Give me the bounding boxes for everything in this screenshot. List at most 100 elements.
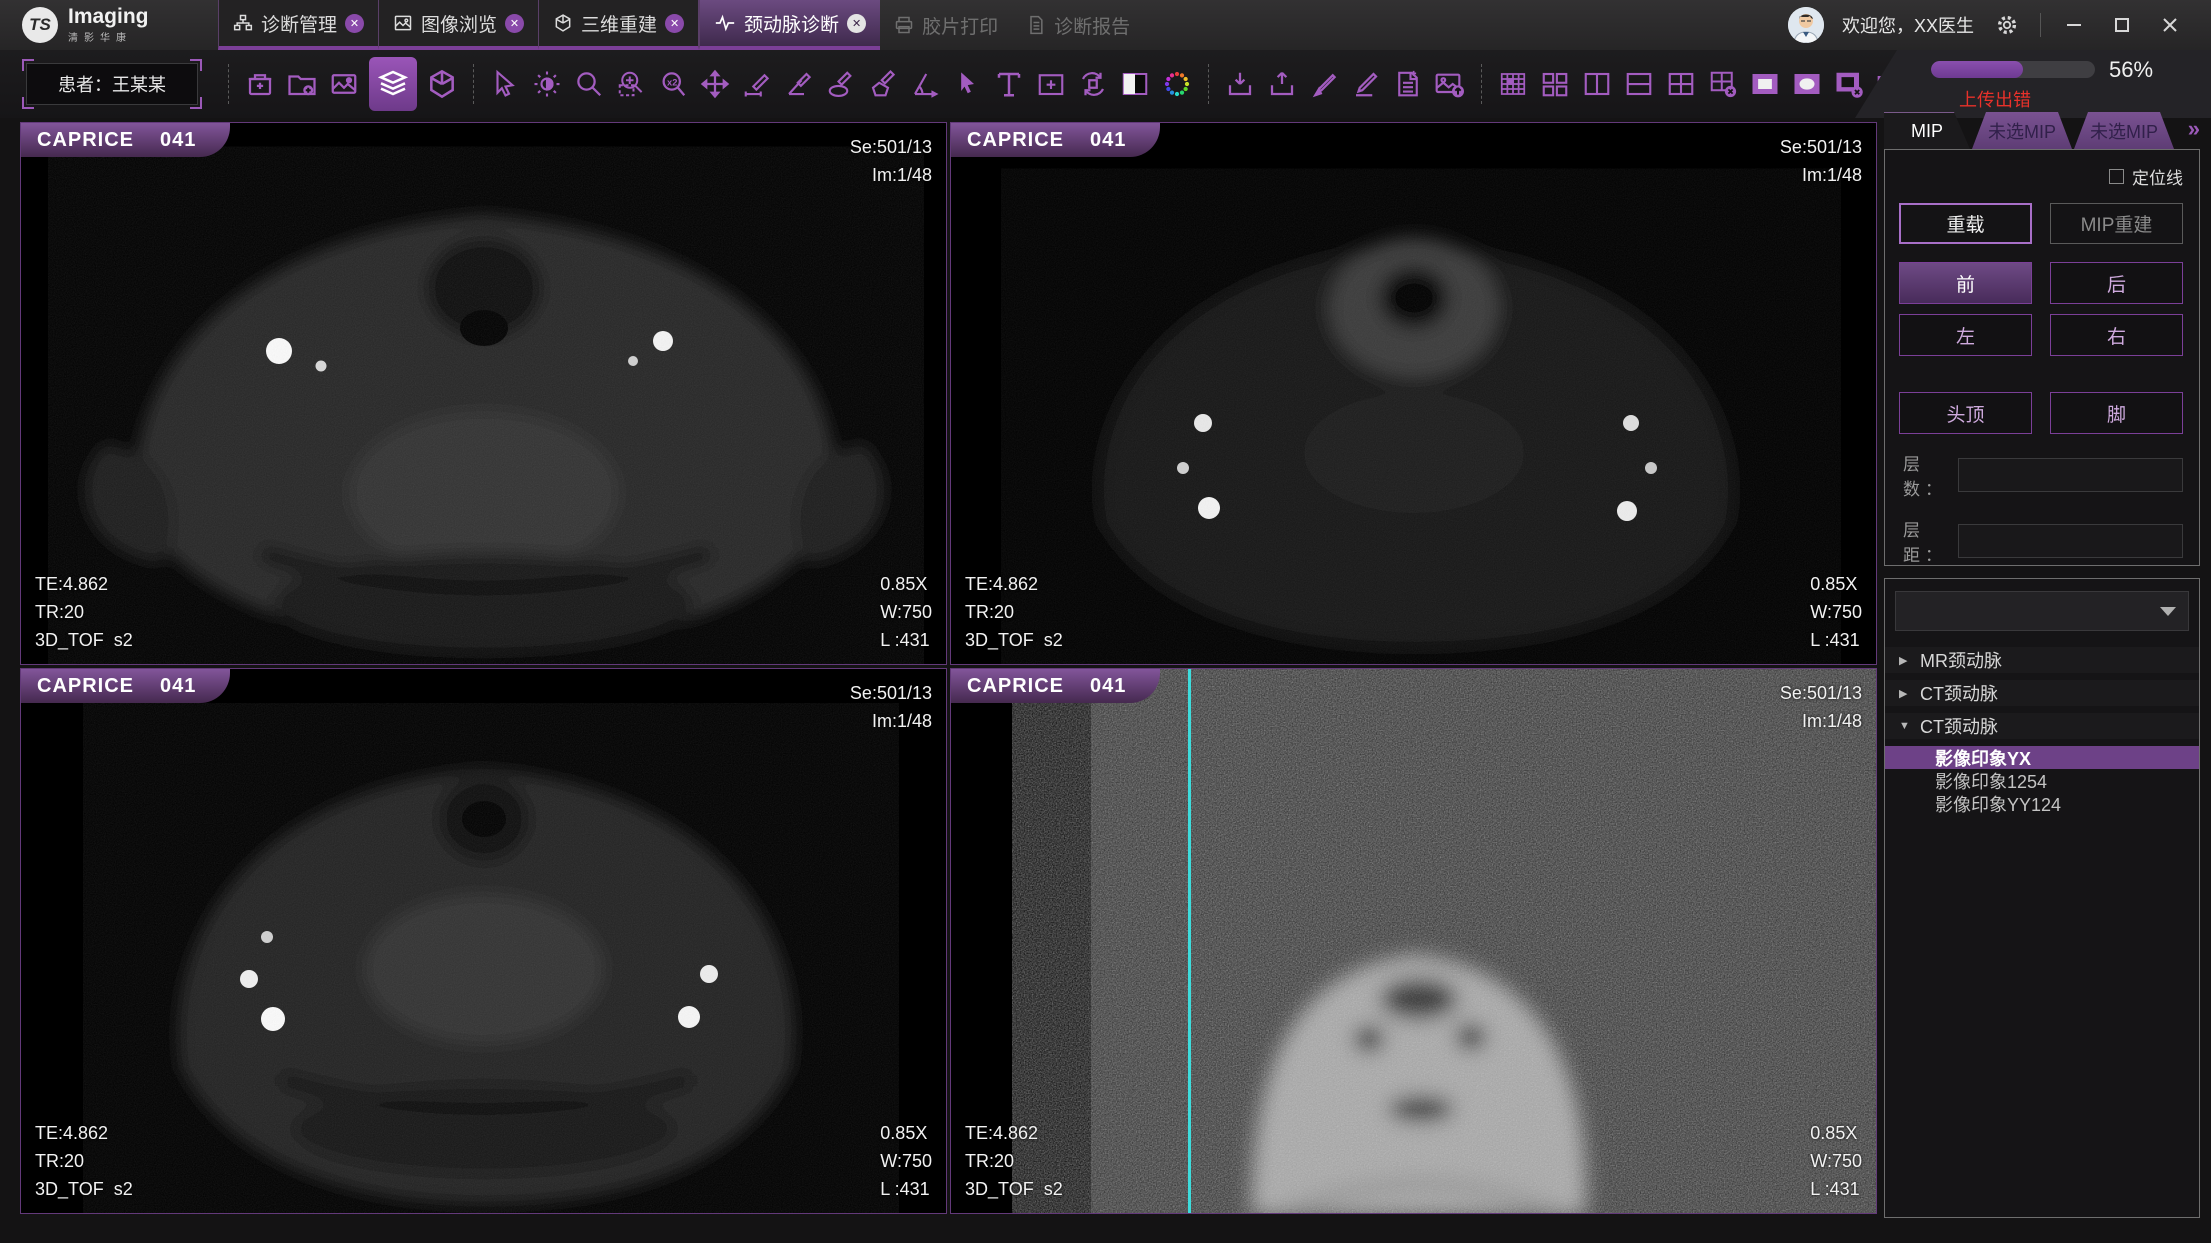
tree-node-ct-carotid-1[interactable]: ▶ CT颈动脉 bbox=[1885, 680, 2199, 706]
cube-3d-icon[interactable] bbox=[425, 62, 459, 106]
grid-quad-icon[interactable] bbox=[1538, 62, 1572, 106]
tab-diagnosis-report: 诊断报告 bbox=[1012, 0, 1144, 50]
photo-icon[interactable] bbox=[327, 62, 361, 106]
series-title: CAPRICE bbox=[967, 129, 1064, 152]
grid-mpr-icon[interactable] bbox=[1496, 62, 1530, 106]
rect-solid-icon[interactable] bbox=[1748, 62, 1782, 106]
direction-head-button[interactable]: 头顶 bbox=[1899, 392, 2032, 434]
tab-carotid-diagnosis[interactable]: 颈动脉诊断 ✕ bbox=[699, 0, 880, 50]
tab-close-icon[interactable]: ✕ bbox=[847, 14, 866, 33]
cursor-icon[interactable] bbox=[488, 62, 522, 106]
side-panel-tabs: MIP 未选MIP 未选MIP » bbox=[1884, 112, 2206, 149]
close-icon[interactable] bbox=[2155, 10, 2185, 40]
tab-close-icon[interactable]: ✕ bbox=[345, 14, 364, 33]
zoom-region-icon[interactable] bbox=[614, 62, 648, 106]
localizer-checkbox[interactable] bbox=[2109, 169, 2124, 184]
direction-front-button[interactable]: 前 bbox=[1899, 262, 2032, 304]
tab-close-icon[interactable]: ✕ bbox=[665, 14, 684, 33]
settings-gear-icon[interactable] bbox=[1992, 10, 2022, 40]
tree-node-ct-carotid-2[interactable]: ▼ CT颈动脉 bbox=[1885, 713, 2199, 739]
series-title: CAPRICE bbox=[37, 129, 134, 152]
report-icon bbox=[1026, 15, 1046, 35]
rotate-icon[interactable] bbox=[1076, 62, 1110, 106]
text-icon[interactable] bbox=[992, 62, 1026, 106]
panel-expand-icon[interactable]: » bbox=[2188, 112, 2206, 149]
reload-button[interactable]: 重载 bbox=[1899, 203, 2032, 244]
upload-icon[interactable] bbox=[1265, 62, 1299, 106]
panel-tab-mip[interactable]: MIP bbox=[1884, 112, 1970, 149]
bracket bbox=[190, 59, 202, 71]
pen-icon[interactable] bbox=[1349, 62, 1383, 106]
tab-diagnosis-management[interactable]: 诊断管理 ✕ bbox=[218, 0, 378, 50]
layer-count-input[interactable] bbox=[1958, 458, 2183, 492]
maximize-icon[interactable] bbox=[2107, 10, 2137, 40]
pan-icon[interactable] bbox=[698, 62, 732, 106]
archive-add-icon[interactable] bbox=[243, 62, 277, 106]
overlay-acquisition-info: TE:4.862TR:203D_TOF s2 bbox=[965, 570, 1063, 654]
tree-item-impression-yx[interactable]: 影像印象YX bbox=[1885, 746, 2199, 769]
color-wheel-icon[interactable] bbox=[1160, 62, 1194, 106]
tree-item-impression-1254[interactable]: 影像印象1254 bbox=[1885, 769, 2199, 792]
tab-label: 三维重建 bbox=[581, 10, 657, 37]
direction-right-button[interactable]: 右 bbox=[2050, 314, 2183, 356]
cube-icon bbox=[553, 13, 573, 33]
panel-tab-unselected-mip-1[interactable]: 未选MIP bbox=[1972, 112, 2072, 149]
main-tabs: 诊断管理 ✕ 图像浏览 ✕ 三维重建 ✕ 颈动脉诊断 ✕ 胶片打印 诊断报告 bbox=[218, 0, 1144, 50]
toolbar-divider bbox=[228, 64, 229, 104]
minimize-icon[interactable] bbox=[2059, 10, 2089, 40]
layers-icon[interactable] bbox=[369, 57, 417, 111]
tab-image-browse[interactable]: 图像浏览 ✕ bbox=[378, 0, 538, 50]
bracket bbox=[22, 59, 34, 71]
measure-polygon-icon[interactable] bbox=[866, 62, 900, 106]
tab-close-icon[interactable]: ✕ bbox=[505, 14, 524, 33]
toolbar-divider bbox=[473, 64, 474, 104]
viewport-4[interactable]: CAPRICE 041 Se:501/13Im:1/48 TE:4.862TR:… bbox=[950, 668, 1877, 1214]
series-badge: CAPRICE 041 bbox=[21, 669, 230, 703]
patient-field[interactable]: 患者：王某某 bbox=[26, 63, 198, 105]
ellipse-solid-icon[interactable] bbox=[1790, 62, 1824, 106]
brush-icon[interactable] bbox=[1307, 62, 1341, 106]
folder-add-icon[interactable] bbox=[285, 62, 319, 106]
grid-close-icon[interactable] bbox=[1706, 62, 1740, 106]
overlay-window-info: 0.85XW:750L :431 bbox=[880, 1119, 932, 1203]
tree-item-impression-yy124[interactable]: 影像印象YY124 bbox=[1885, 792, 2199, 815]
avatar[interactable] bbox=[1788, 7, 1824, 43]
measure-length-icon[interactable] bbox=[740, 62, 774, 106]
localizer-line[interactable] bbox=[1188, 669, 1191, 1213]
viewport-2[interactable]: CAPRICE 041 Se:501/13Im:1/48 TE:4.862TR:… bbox=[950, 122, 1877, 665]
tab-3d-reconstruction[interactable]: 三维重建 ✕ bbox=[538, 0, 699, 50]
measure-angle-icon[interactable] bbox=[782, 62, 816, 106]
image-upload-icon[interactable] bbox=[1433, 62, 1467, 106]
overlay-series-info: Se:501/13Im:1/48 bbox=[1780, 133, 1862, 189]
zoom-2x-icon[interactable]: x2 bbox=[656, 62, 690, 106]
mip-rebuild-button[interactable]: MIP重建 bbox=[2050, 203, 2183, 244]
download-icon[interactable] bbox=[1223, 62, 1257, 106]
direction-left-button[interactable]: 左 bbox=[1899, 314, 2032, 356]
brightness-icon[interactable] bbox=[530, 62, 564, 106]
toolbar-divider bbox=[1208, 64, 1209, 104]
direction-foot-button[interactable]: 脚 bbox=[2050, 392, 2183, 434]
viewport-1[interactable]: CAPRICE 041 Se:501/13Im:1/48 TE:4.862TR:… bbox=[20, 122, 947, 665]
user-area: 欢迎您，XX医生 bbox=[1788, 0, 2211, 50]
report-add-icon[interactable] bbox=[1391, 62, 1425, 106]
split-vertical-icon[interactable] bbox=[1580, 62, 1614, 106]
panel-tab-unselected-mip-2[interactable]: 未选MIP bbox=[2074, 112, 2174, 149]
grid-2x2-icon[interactable] bbox=[1664, 62, 1698, 106]
split-horizontal-icon[interactable] bbox=[1622, 62, 1656, 106]
invert-icon[interactable] bbox=[1118, 62, 1152, 106]
series-dropdown[interactable] bbox=[1895, 591, 2189, 631]
upload-percent: 56% bbox=[2109, 57, 2153, 83]
angle-icon[interactable] bbox=[908, 62, 942, 106]
viewport-3[interactable]: CAPRICE 041 Se:501/13Im:1/48 TE:4.862TR:… bbox=[20, 668, 947, 1214]
tab-label: 胶片打印 bbox=[922, 12, 998, 39]
side-panel: MIP 未选MIP 未选MIP » 定位线 重载 MIP重建 前 后 左 右 头… bbox=[1884, 112, 2206, 1218]
annotate-arrow-icon[interactable] bbox=[950, 62, 984, 106]
zoom-icon[interactable] bbox=[572, 62, 606, 106]
tree-node-mr-carotid[interactable]: ▶ MR颈动脉 bbox=[1885, 647, 2199, 673]
rect-solid-close-icon[interactable] bbox=[1832, 62, 1866, 106]
layer-spacing-input[interactable] bbox=[1958, 524, 2183, 558]
upload-error-text[interactable]: 上传出错 bbox=[1959, 86, 2211, 112]
measure-ellipse-icon[interactable] bbox=[824, 62, 858, 106]
rect-add-icon[interactable] bbox=[1034, 62, 1068, 106]
direction-back-button[interactable]: 后 bbox=[2050, 262, 2183, 304]
